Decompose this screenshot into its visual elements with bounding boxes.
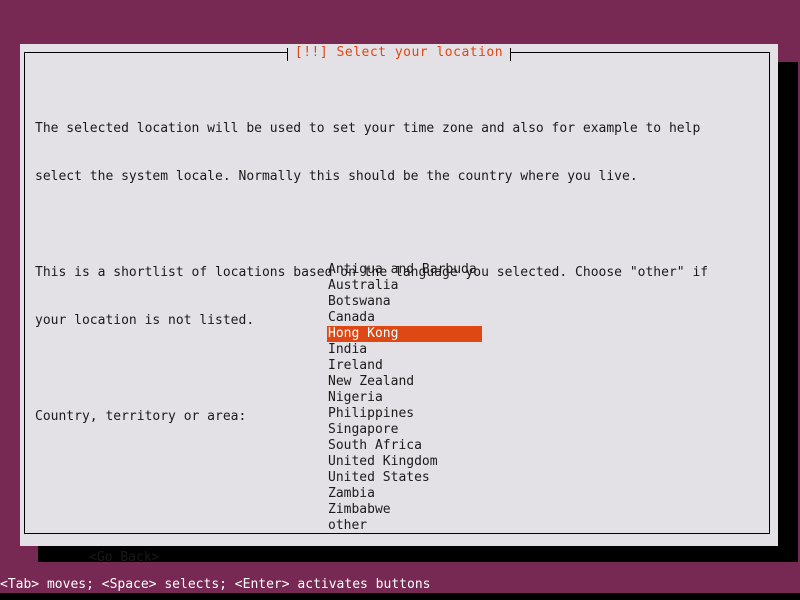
list-item[interactable]: Zambia — [327, 486, 507, 502]
list-item[interactable]: Canada — [327, 310, 507, 326]
list-item[interactable]: Nigeria — [327, 390, 507, 406]
list-item[interactable]: Zimbabwe — [327, 502, 507, 518]
dialog-frame: The selected location will be used to se… — [24, 52, 770, 565]
paragraph-spacer-1 — [35, 217, 761, 233]
list-item[interactable]: United Kingdom — [327, 454, 507, 470]
list-item[interactable]: other — [327, 518, 507, 534]
status-bar: <Tab> moves; <Space> selects; <Enter> ac… — [0, 576, 800, 593]
bottom-black-strip — [0, 593, 800, 600]
list-item[interactable]: Ireland — [327, 358, 507, 374]
intro-paragraph: The selected location will be used to se… — [35, 89, 761, 217]
go-back-button[interactable]: <Go Back> — [89, 550, 159, 566]
installer-dialog: The selected location will be used to se… — [20, 44, 778, 565]
list-item[interactable]: Australia — [327, 278, 507, 294]
list-item[interactable]: Botswana — [327, 294, 507, 310]
list-item[interactable]: New Zealand — [327, 374, 507, 390]
list-item[interactable]: Singapore — [327, 422, 507, 438]
list-item[interactable]: South Africa — [327, 438, 507, 454]
list-item[interactable]: United States — [327, 470, 507, 486]
country-list[interactable]: Antigua and Barbuda Australia Botswana Cana… — [327, 262, 507, 534]
list-item[interactable]: Philippines — [327, 406, 507, 422]
intro-line-1: The selected location will be used to se… — [35, 121, 701, 136]
intro-line-2: select the system locale. Normally this … — [35, 169, 638, 184]
list-item[interactable]: Hong Kong — [327, 326, 482, 342]
list-item[interactable]: Antigua and Barbuda — [327, 262, 507, 278]
list-item[interactable]: India — [327, 342, 507, 358]
